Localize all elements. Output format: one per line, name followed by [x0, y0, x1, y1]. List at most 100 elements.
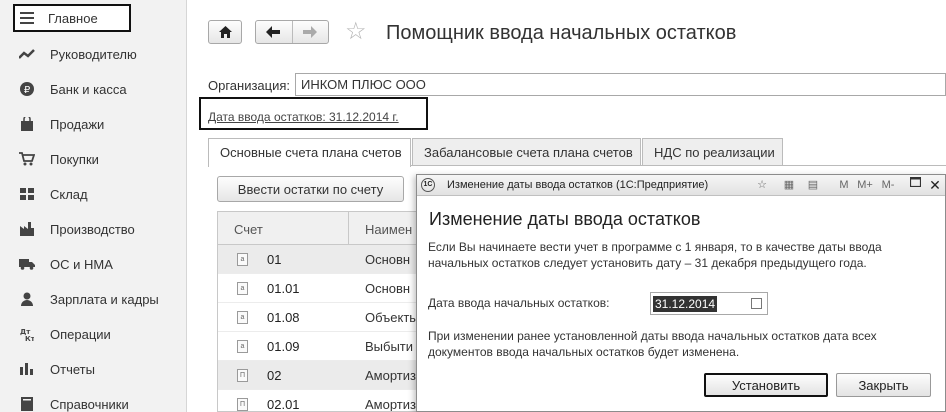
sidebar-item-label: Склад [50, 186, 88, 202]
sidebar-item-label: Справочники [50, 396, 129, 412]
bar-chart-icon [19, 361, 35, 377]
sidebar-item-bank[interactable]: ₽ Банк и касса [0, 74, 187, 104]
sidebar-item-label: Операции [50, 326, 111, 342]
org-label: Организация: [208, 78, 291, 93]
account-name: Амортизация основных средств, учитываемы… [365, 397, 417, 412]
dialog-titlebar: 1С Изменение даты ввода остатков (1С:Пре… [417, 175, 945, 196]
book-icon [19, 396, 35, 412]
calculator-icon[interactable]: ▦ [782, 178, 796, 192]
account-code: 02 [267, 368, 282, 383]
home-icon [219, 26, 232, 38]
arrow-left-icon [266, 26, 280, 38]
favorite-icon[interactable]: ☆ [755, 178, 769, 192]
account-type-icon: П [237, 398, 248, 411]
tab-main-accounts[interactable]: Основные счета плана счетов [208, 138, 411, 167]
sidebar-item-reports[interactable]: Отчеты [0, 354, 187, 384]
app-logo-icon: 1С [421, 178, 435, 192]
sidebar-item-main[interactable]: Главное [13, 4, 131, 32]
sidebar-item-label: Отчеты [50, 361, 95, 377]
change-date-dialog: 1С Изменение даты ввода остатков (1С:Пре… [416, 174, 946, 412]
sidebar-item-catalogs[interactable]: Справочники [0, 389, 187, 412]
column-separator [348, 212, 349, 245]
account-name: Основн [365, 281, 411, 296]
cart-icon [19, 151, 35, 167]
table-row[interactable]: a 01.08 Объекты [218, 303, 417, 332]
table-row[interactable]: a 01.01 Основн [218, 274, 417, 303]
column-header-name[interactable]: Наимен [365, 222, 412, 237]
dialog-window-title: Изменение даты ввода остатков (1С:Предпр… [447, 179, 709, 191]
balance-date-input[interactable]: 31.12.2014 [650, 292, 768, 315]
account-code: 02.01 [267, 397, 300, 412]
back-button[interactable] [256, 21, 292, 43]
dialog-warning-text: При изменении ранее установленной даты в… [428, 329, 877, 359]
date-field-label: Дата ввода начальных остатков: [428, 296, 610, 310]
table-header: Счет Наимен [218, 212, 417, 245]
favorite-star-icon[interactable]: ☆ [345, 20, 367, 44]
factory-icon [19, 221, 35, 237]
account-code: 01.01 [267, 281, 300, 296]
calendar-picker-icon[interactable] [751, 298, 762, 309]
sidebar-item-label: Банк и касса [50, 81, 127, 97]
table-row[interactable]: a 01.09 Выбыти [218, 332, 417, 361]
forward-button[interactable] [293, 21, 329, 43]
sidebar-item-label: Главное [48, 10, 98, 26]
org-field[interactable]: ИНКОМ ПЛЮС ООО [295, 73, 946, 96]
svg-text:Кт: Кт [25, 335, 34, 341]
home-button[interactable] [208, 20, 242, 44]
balance-date-link[interactable]: Дата ввода остатков: 31.12.2014 г. [208, 110, 399, 124]
sidebar-item-payroll[interactable]: Зарплата и кадры [0, 284, 187, 314]
sidebar-item-purchases[interactable]: Покупки [0, 144, 187, 174]
table-row[interactable]: П 02.01 Амортизация основных средств, уч… [218, 390, 417, 412]
debit-credit-icon: Дт Кт [19, 326, 35, 342]
tab-offbalance-accounts[interactable]: Забалансовые счета плана счетов [412, 138, 641, 165]
account-type-icon: a [237, 253, 248, 266]
nav-buttons [255, 20, 329, 44]
menu-lines-icon [19, 10, 35, 26]
sidebar-item-label: Зарплата и кадры [50, 291, 159, 307]
account-name: Основн [365, 252, 411, 267]
sidebar-item-label: Руководителю [50, 46, 137, 62]
close-button[interactable]: Закрыть [836, 373, 931, 397]
enter-balances-button[interactable]: Ввести остатки по счету [217, 176, 404, 202]
calendar-icon[interactable]: ▤ [806, 178, 820, 192]
memory-button[interactable]: M [835, 178, 853, 192]
sidebar-item-warehouse[interactable]: Склад [0, 179, 187, 209]
account-name: Объекты [365, 310, 417, 325]
maximize-icon[interactable] [908, 176, 922, 191]
account-code: 01 [267, 252, 282, 267]
account-type-icon: a [237, 340, 248, 353]
account-code: 01.09 [267, 339, 300, 354]
account-name: Выбыти [365, 339, 414, 354]
person-icon [19, 291, 35, 307]
sidebar: Главное Руководителю ₽ Банк и касса Прод… [0, 0, 187, 412]
tab-vat-sales[interactable]: НДС по реализации [642, 138, 783, 165]
dialog-heading: Изменение даты ввода остатков [429, 209, 701, 229]
arrow-right-icon [303, 26, 317, 38]
sidebar-item-manager[interactable]: Руководителю [0, 39, 187, 69]
set-button[interactable]: Установить [704, 373, 828, 397]
table-row[interactable]: П 02 Амортиз [218, 361, 417, 390]
page-title: Помощник ввода начальных остатков [386, 22, 737, 44]
sidebar-item-operations[interactable]: Дт Кт Операции [0, 319, 187, 349]
sidebar-item-production[interactable]: Производство [0, 214, 187, 244]
memory-minus-button[interactable]: M- [878, 178, 898, 192]
trend-chart-icon [19, 46, 35, 62]
sidebar-item-label: ОС и НМА [50, 256, 113, 272]
memory-plus-button[interactable]: M+ [855, 178, 875, 192]
close-icon[interactable]: ✕ [928, 178, 942, 192]
ruble-coin-icon: ₽ [19, 81, 35, 97]
dialog-info-text: Если Вы начинаете вести учет в программе… [428, 240, 882, 270]
warehouse-icon [19, 186, 35, 202]
account-code: 01.08 [267, 310, 300, 325]
account-name: Амортиз [365, 368, 416, 383]
sidebar-item-label: Производство [50, 221, 135, 237]
balance-date-value: 31.12.2014 [653, 296, 718, 312]
accounts-table: Счет Наимен a 01 Основн a 01.01 Основн a… [217, 211, 417, 412]
column-header-account[interactable]: Счет [234, 222, 263, 237]
truck-icon [19, 256, 35, 272]
table-row[interactable]: a 01 Основн [218, 245, 417, 274]
sidebar-item-label: Покупки [50, 151, 99, 167]
sidebar-item-label: Продажи [50, 116, 105, 132]
sidebar-item-fixed-assets[interactable]: ОС и НМА [0, 249, 187, 279]
sidebar-item-sales[interactable]: Продажи [0, 109, 187, 139]
